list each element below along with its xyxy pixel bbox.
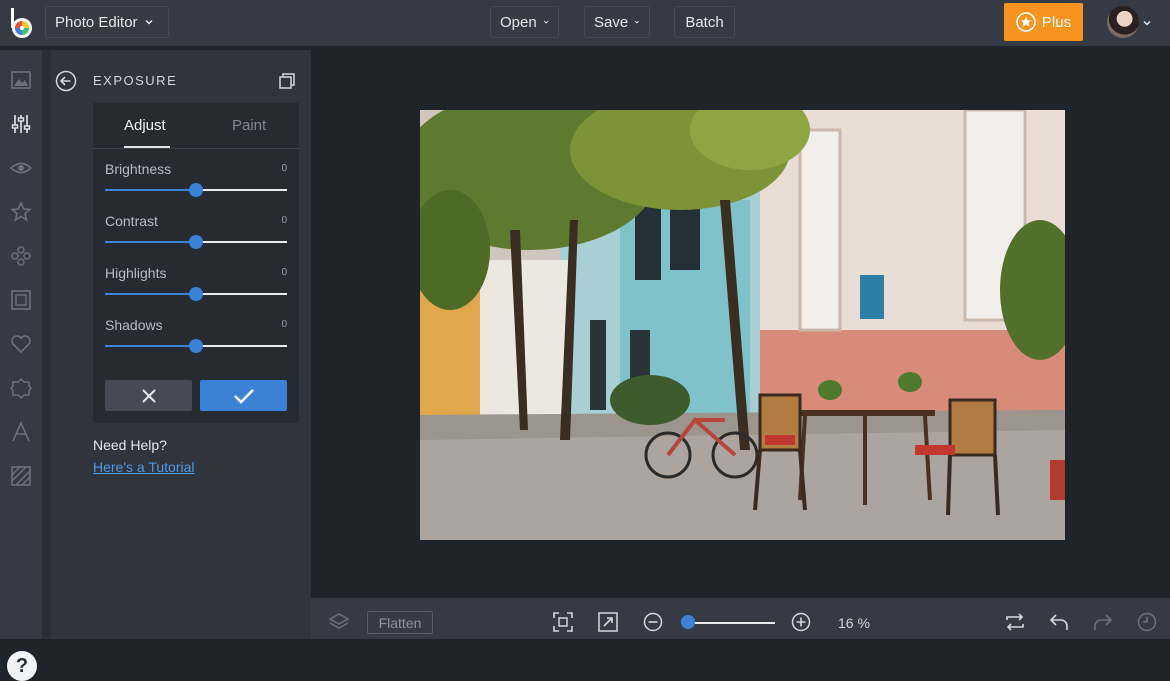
chevron-down-icon[interactable]: [1142, 18, 1152, 28]
rail-divider: [42, 50, 51, 639]
photo-canvas[interactable]: [420, 110, 1065, 540]
shadows-slider[interactable]: Shadows 0: [105, 317, 287, 361]
tutorial-link[interactable]: Here's a Tutorial: [93, 459, 195, 475]
open-menu-label: Open: [500, 13, 537, 31]
zoom-slider-track[interactable]: [683, 622, 775, 624]
sliders-icon[interactable]: [10, 113, 32, 135]
tool-rail: ?: [0, 50, 42, 681]
slider-thumb[interactable]: [189, 235, 203, 249]
adjust-card: Adjust Paint Brightness 0 Contrast 0 Hig…: [93, 103, 299, 423]
chevron-down-icon: [635, 20, 640, 24]
plus-label: Plus: [1041, 13, 1072, 31]
brightness-label: Brightness: [105, 161, 172, 177]
fit-to-screen-icon[interactable]: [553, 612, 573, 632]
close-icon: [141, 388, 156, 403]
brightness-slider[interactable]: Brightness 0: [105, 161, 287, 205]
plus-upgrade-button[interactable]: Plus: [1004, 3, 1083, 41]
canvas-area: [311, 50, 1170, 598]
eye-icon[interactable]: [10, 157, 32, 179]
texture-icon[interactable]: [10, 465, 32, 487]
brightness-value: 0: [281, 163, 287, 174]
star-badge-icon: [1016, 12, 1036, 32]
slider-fill: [105, 241, 196, 243]
compare-swap-icon[interactable]: [1005, 612, 1025, 632]
star-icon[interactable]: [10, 201, 32, 223]
batch-label: Batch: [685, 13, 724, 31]
contrast-label: Contrast: [105, 213, 158, 229]
contrast-value: 0: [281, 215, 287, 226]
history-icon[interactable]: [1137, 612, 1157, 632]
bottom-bar: Flatten 16 %: [311, 598, 1170, 639]
help-button[interactable]: ?: [7, 651, 37, 681]
highlights-slider[interactable]: Highlights 0: [105, 265, 287, 309]
panel-title: EXPOSURE: [93, 73, 178, 88]
chevron-down-icon: [145, 19, 153, 25]
text-icon[interactable]: [10, 421, 32, 443]
batch-button[interactable]: Batch: [674, 6, 735, 38]
actual-size-icon[interactable]: [598, 612, 618, 632]
need-help-heading: Need Help?: [93, 437, 167, 453]
layers-icon[interactable]: [329, 612, 349, 632]
heart-icon[interactable]: [10, 333, 32, 355]
top-bar: Photo Editor Open Save Batch Plus: [0, 0, 1170, 46]
contrast-slider[interactable]: Contrast 0: [105, 213, 287, 257]
shape-icon[interactable]: [10, 377, 32, 399]
zoom-slider-thumb[interactable]: [680, 615, 695, 629]
photo-editor-menu-button[interactable]: Photo Editor: [45, 6, 169, 38]
exposure-panel: EXPOSURE Adjust Paint Brightness 0 Contr…: [51, 50, 311, 639]
flatten-button[interactable]: Flatten: [367, 611, 433, 634]
slider-thumb[interactable]: [189, 287, 203, 301]
slider-fill: [105, 345, 196, 347]
effects-icon[interactable]: [10, 245, 32, 267]
slider-fill: [105, 293, 196, 295]
zoom-value: 16 %: [838, 615, 870, 631]
checkmark-icon: [233, 388, 254, 404]
save-menu-button[interactable]: Save: [584, 6, 650, 38]
duplicate-icon[interactable]: [278, 72, 296, 90]
zoom-out-icon[interactable]: [643, 612, 663, 632]
befunky-logo-icon[interactable]: [8, 6, 36, 40]
highlights-value: 0: [281, 267, 287, 278]
frame-icon[interactable]: [10, 289, 32, 311]
avatar[interactable]: [1107, 6, 1139, 38]
back-arrow-icon[interactable]: [55, 70, 77, 92]
undo-icon[interactable]: [1049, 612, 1069, 632]
save-menu-label: Save: [594, 13, 629, 31]
chevron-down-icon: [543, 20, 549, 24]
photo-editor-menu-label: Photo Editor: [55, 13, 138, 31]
shadows-value: 0: [281, 319, 287, 330]
tab-divider: [93, 148, 299, 149]
highlights-label: Highlights: [105, 265, 167, 281]
slider-fill: [105, 189, 196, 191]
zoom-in-icon[interactable]: [791, 612, 811, 632]
slider-thumb[interactable]: [189, 183, 203, 197]
cancel-button[interactable]: [105, 380, 192, 411]
shadows-label: Shadows: [105, 317, 163, 333]
apply-button[interactable]: [200, 380, 287, 411]
redo-icon[interactable]: [1093, 612, 1113, 632]
open-menu-button[interactable]: Open: [490, 6, 559, 38]
image-icon[interactable]: [10, 69, 32, 91]
tab-paint[interactable]: Paint: [232, 117, 266, 134]
slider-thumb[interactable]: [189, 339, 203, 353]
tab-adjust[interactable]: Adjust: [124, 117, 166, 134]
